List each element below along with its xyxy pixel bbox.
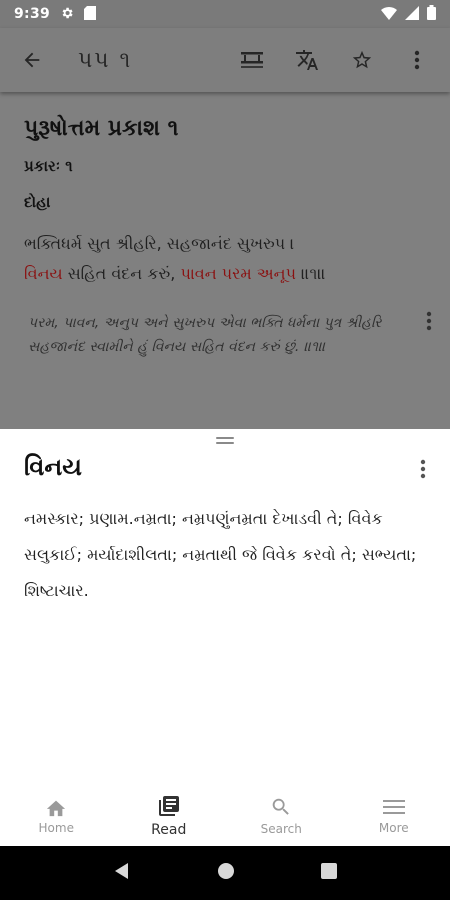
verse-text: સહિત વંદન કરું, xyxy=(62,264,181,283)
more-vert-icon xyxy=(414,50,419,70)
nav-read-label: Read xyxy=(151,821,187,838)
gear-icon xyxy=(60,5,74,24)
reading-mode-icon xyxy=(240,52,263,68)
highlighted-word[interactable]: વિનય xyxy=(24,264,63,283)
dictionary-bottom-sheet: વિનય નમસ્કાર; પ્રણામ.નમ્રતા; નમ્રપણુંનમ્… xyxy=(0,429,450,785)
nav-read[interactable]: Read xyxy=(113,785,226,846)
translate-button[interactable] xyxy=(279,28,334,92)
battery-icon xyxy=(427,4,436,24)
wifi-icon xyxy=(381,5,397,24)
verse: ભક્તિધર્મ સુત શ્રીહરિ, સહજાનંદ સુખરુપ । … xyxy=(24,229,426,289)
nav-home[interactable]: Home xyxy=(0,785,113,846)
arrow-back-icon xyxy=(24,52,40,68)
search-icon xyxy=(272,798,290,815)
verse-line-1: ભક્તિધર્મ સુત શ્રીહરિ, સહજાનંદ સુખરુપ । xyxy=(24,234,295,253)
triangle-back-icon xyxy=(115,863,128,879)
app-bar: પપ ૧ xyxy=(0,28,450,92)
reading-content: પુરૂષોત્તમ પ્રકાશ ૧ પ્રકારઃ ૧ દોહા ભક્તિ… xyxy=(0,92,450,429)
square-recents-icon xyxy=(321,863,337,879)
bottom-navigation: Home Read Search More xyxy=(0,785,450,846)
commentary: પરમ, પાવન, અનુપ અને સુખરુપ એવા ભક્તિ ધર્… xyxy=(24,311,432,359)
verse-text: ॥૧॥ xyxy=(295,264,326,283)
status-bar: 9:39 xyxy=(0,0,450,28)
chapter-heading: પ્રકારઃ ૧ xyxy=(24,157,73,175)
sheet-more-button[interactable] xyxy=(420,459,426,483)
back-button[interactable] xyxy=(0,28,64,92)
star-icon xyxy=(352,50,371,69)
system-home-button[interactable] xyxy=(217,862,235,884)
verse-line-2: વિનય સહિત વંદન કરું, પાવન પરમ અનૂપ ॥૧॥ xyxy=(24,259,426,289)
system-back-button[interactable] xyxy=(113,862,131,884)
book-title: પુરૂષોત્તમ પ્રકાશ ૧ xyxy=(24,116,179,141)
circle-home-icon xyxy=(218,863,234,879)
status-time: 9:39 xyxy=(14,6,51,22)
more-vert-icon xyxy=(420,459,426,479)
section-heading: દોહા xyxy=(24,193,51,211)
translate-icon xyxy=(295,50,318,70)
signal-icon xyxy=(405,5,419,24)
home-icon xyxy=(47,800,66,816)
sd-card-icon xyxy=(84,5,97,24)
nav-more-label: More xyxy=(378,820,409,835)
commentary-text: પરમ, પાવન, અનુપ અને સુખરુપ એવા ભક્તિ ધર્… xyxy=(28,315,382,355)
dictionary-definition: નમસ્કાર; પ્રણામ.નમ્રતા; નમ્રપણુંનમ્રતા દ… xyxy=(24,509,417,600)
menu-icon xyxy=(382,799,405,814)
commentary-more-button[interactable] xyxy=(426,311,432,339)
nav-more[interactable]: More xyxy=(338,785,450,846)
read-icon xyxy=(158,795,179,816)
highlighted-phrase[interactable]: પાવન પરમ અનૂપ xyxy=(180,264,296,283)
system-recents-button[interactable] xyxy=(321,863,337,883)
dictionary-word: વિનય xyxy=(24,453,82,481)
nav-search-label: Search xyxy=(260,821,302,836)
nav-search[interactable]: Search xyxy=(225,785,338,846)
reading-mode-button[interactable] xyxy=(224,28,279,92)
nav-home-label: Home xyxy=(38,820,74,835)
system-navigation-bar xyxy=(0,846,450,900)
more-vert-icon xyxy=(426,311,432,331)
bookmark-star-button[interactable] xyxy=(334,28,389,92)
overflow-menu-button[interactable] xyxy=(389,28,444,92)
page-title: પપ ૧ xyxy=(78,47,133,73)
drag-handle[interactable] xyxy=(216,437,234,445)
